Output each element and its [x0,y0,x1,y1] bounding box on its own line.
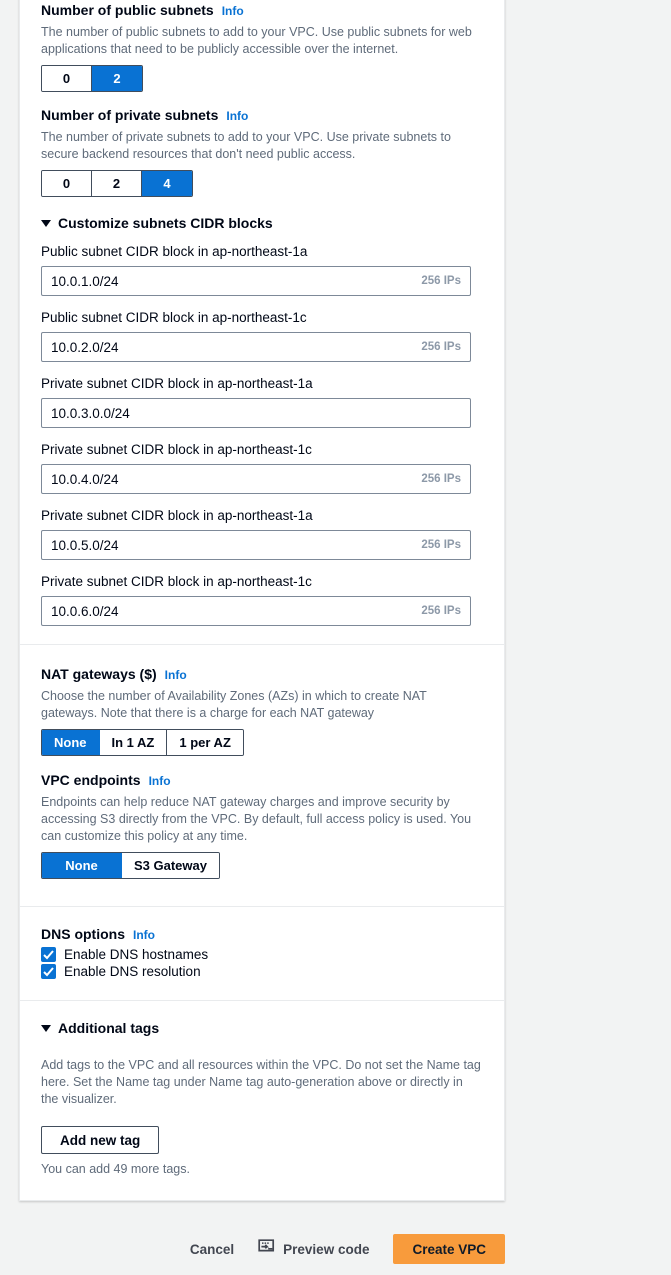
additional-tags-description: Add tags to the VPC and all resources wi… [41,1058,481,1106]
vpc-endpoints-option-none[interactable]: None [42,853,122,878]
cidr-field-row: Public subnet CIDR block in ap-northeast… [41,243,483,296]
chevron-down-icon [41,1024,51,1032]
vpc-endpoints-label-row: VPC endpoints Info [41,770,483,791]
vpc-endpoints-field: VPC endpoints Info Endpoints can help re… [41,770,483,879]
private-subnets-option-0[interactable]: 0 [42,171,92,196]
cidr-input-value: 10.0.2.0/24 [51,339,119,355]
private-subnets-label: Number of private subnets [41,107,219,123]
nat-endpoints-section: NAT gateways ($) Info Choose the number … [20,645,504,906]
checkbox-checked-icon[interactable] [41,964,56,979]
nat-gateways-field: NAT gateways ($) Info Choose the number … [41,664,483,756]
add-new-tag-button[interactable]: Add new tag [41,1126,160,1154]
additional-tags-toggle[interactable]: Additional tags [41,1016,483,1040]
vpc-endpoints-option-s3-gateway[interactable]: S3 Gateway [122,853,219,878]
nat-gateways-segmented-control[interactable]: None In 1 AZ 1 per AZ [41,729,244,756]
vpc-endpoints-description: Endpoints can help reduce NAT gateway ch… [41,795,472,843]
public-subnets-label-row: Number of public subnets Info [41,0,483,21]
preview-code-label: Preview code [283,1241,370,1257]
cidr-ip-count: 256 IPs [421,275,461,287]
cidr-field-row: Private subnet CIDR block in ap-northeas… [41,375,483,428]
vpc-endpoints-segmented-control[interactable]: None S3 Gateway [41,852,220,879]
enable-dns-hostnames-label: Enable DNS hostnames [64,947,209,962]
cidr-ip-count: 256 IPs [421,605,461,617]
dns-options-info-link[interactable]: Info [133,925,155,945]
cidr-field-label: Private subnet CIDR block in ap-northeas… [41,574,312,589]
cidr-input-value: 10.0.6.0/24 [51,603,119,619]
cancel-button[interactable]: Cancel [190,1242,234,1257]
public-subnets-option-0[interactable]: 0 [42,66,92,91]
cidr-ip-count: 256 IPs [421,341,461,353]
checkbox-checked-icon[interactable] [41,947,56,962]
dns-options-label: DNS options [41,926,125,942]
vpc-settings-card: Number of public subnets Info The number… [19,0,505,1201]
public-subnets-info-link[interactable]: Info [222,1,244,21]
preview-code-button[interactable]: Preview code [258,1238,370,1260]
cidr-field-label: Public subnet CIDR block in ap-northeast… [41,244,308,259]
create-vpc-button[interactable]: Create VPC [393,1234,505,1264]
cidr-input-public-1a[interactable]: 10.0.1.0/24 256 IPs [41,266,471,296]
cidr-field-row: Private subnet CIDR block in ap-northeas… [41,507,483,560]
cidr-field-row: Private subnet CIDR block in ap-northeas… [41,441,483,494]
cidr-input-value: 10.0.3.0.0/24 [51,405,130,421]
dns-options-label-row: DNS options Info [41,924,483,945]
chevron-down-icon [41,219,51,227]
cidr-input-public-1c[interactable]: 10.0.2.0/24 256 IPs [41,332,471,362]
private-subnets-label-row: Number of private subnets Info [41,105,483,126]
nat-gateways-option-none[interactable]: None [42,730,100,755]
cidr-field-label: Private subnet CIDR block in ap-northeas… [41,376,313,391]
private-subnets-option-2[interactable]: 2 [92,171,142,196]
additional-tags-title: Additional tags [58,1020,160,1036]
private-subnets-description: The number of private subnets to add to … [41,130,451,161]
cidr-input-private-1a-1[interactable]: 10.0.3.0.0/24 [41,398,471,428]
vpc-endpoints-info-link[interactable]: Info [149,771,171,791]
nat-gateways-option-in-1-az[interactable]: In 1 AZ [99,730,168,755]
cidr-input-private-1c-1[interactable]: 10.0.4.0/24 256 IPs [41,464,471,494]
cidr-field-label: Public subnet CIDR block in ap-northeast… [41,310,307,325]
nat-gateways-option-1-per-az[interactable]: 1 per AZ [167,730,243,755]
dns-options-section: DNS options Info Enable DNS hostnames En… [20,907,504,1000]
enable-dns-resolution-label: Enable DNS resolution [64,964,201,979]
vpc-endpoints-label: VPC endpoints [41,772,141,788]
private-subnets-info-link[interactable]: Info [226,106,248,126]
additional-tags-section: Additional tags Add tags to the VPC and … [20,1001,504,1200]
code-preview-icon [258,1238,275,1260]
nat-gateways-description: Choose the number of Availability Zones … [41,689,427,720]
enable-dns-hostnames-row[interactable]: Enable DNS hostnames [41,947,483,962]
cidr-input-value: 10.0.1.0/24 [51,273,119,289]
cidr-ip-count: 256 IPs [421,539,461,551]
cidr-input-private-1a-2[interactable]: 10.0.5.0/24 256 IPs [41,530,471,560]
public-subnets-option-2[interactable]: 2 [92,66,142,91]
nat-gateways-label: NAT gateways ($) [41,666,157,682]
customize-cidr-title: Customize subnets CIDR blocks [58,215,273,231]
cidr-input-value: 10.0.5.0/24 [51,537,119,553]
public-subnets-description: The number of public subnets to add to y… [41,25,472,56]
public-subnets-label: Number of public subnets [41,2,214,18]
cidr-field-label: Private subnet CIDR block in ap-northeas… [41,508,313,523]
cidr-field-row: Private subnet CIDR block in ap-northeas… [41,573,483,626]
cidr-field-label: Private subnet CIDR block in ap-northeas… [41,442,312,457]
private-subnets-segmented-control[interactable]: 0 2 4 [41,170,193,197]
vpc-create-page: Number of public subnets Info The number… [0,0,671,1275]
additional-tags-hint: You can add 49 more tags. [41,1162,190,1176]
nat-gateways-label-row: NAT gateways ($) Info [41,664,483,685]
subnets-section: Number of public subnets Info The number… [20,0,504,644]
private-subnets-field: Number of private subnets Info The numbe… [41,105,483,197]
public-subnets-segmented-control[interactable]: 0 2 [41,65,143,92]
cidr-ip-count: 256 IPs [421,473,461,485]
customize-cidr-toggle[interactable]: Customize subnets CIDR blocks [41,211,483,235]
cidr-input-private-1c-2[interactable]: 10.0.6.0/24 256 IPs [41,596,471,626]
cidr-field-row: Public subnet CIDR block in ap-northeast… [41,309,483,362]
nat-gateways-info-link[interactable]: Info [165,665,187,685]
cidr-input-value: 10.0.4.0/24 [51,471,119,487]
private-subnets-option-4[interactable]: 4 [142,171,192,196]
public-subnets-field: Number of public subnets Info The number… [41,0,483,92]
form-actions-footer: Cancel Preview code Create VPC [19,1232,505,1266]
cidr-fields-list: Public subnet CIDR block in ap-northeast… [41,243,483,626]
enable-dns-resolution-row[interactable]: Enable DNS resolution [41,964,483,979]
